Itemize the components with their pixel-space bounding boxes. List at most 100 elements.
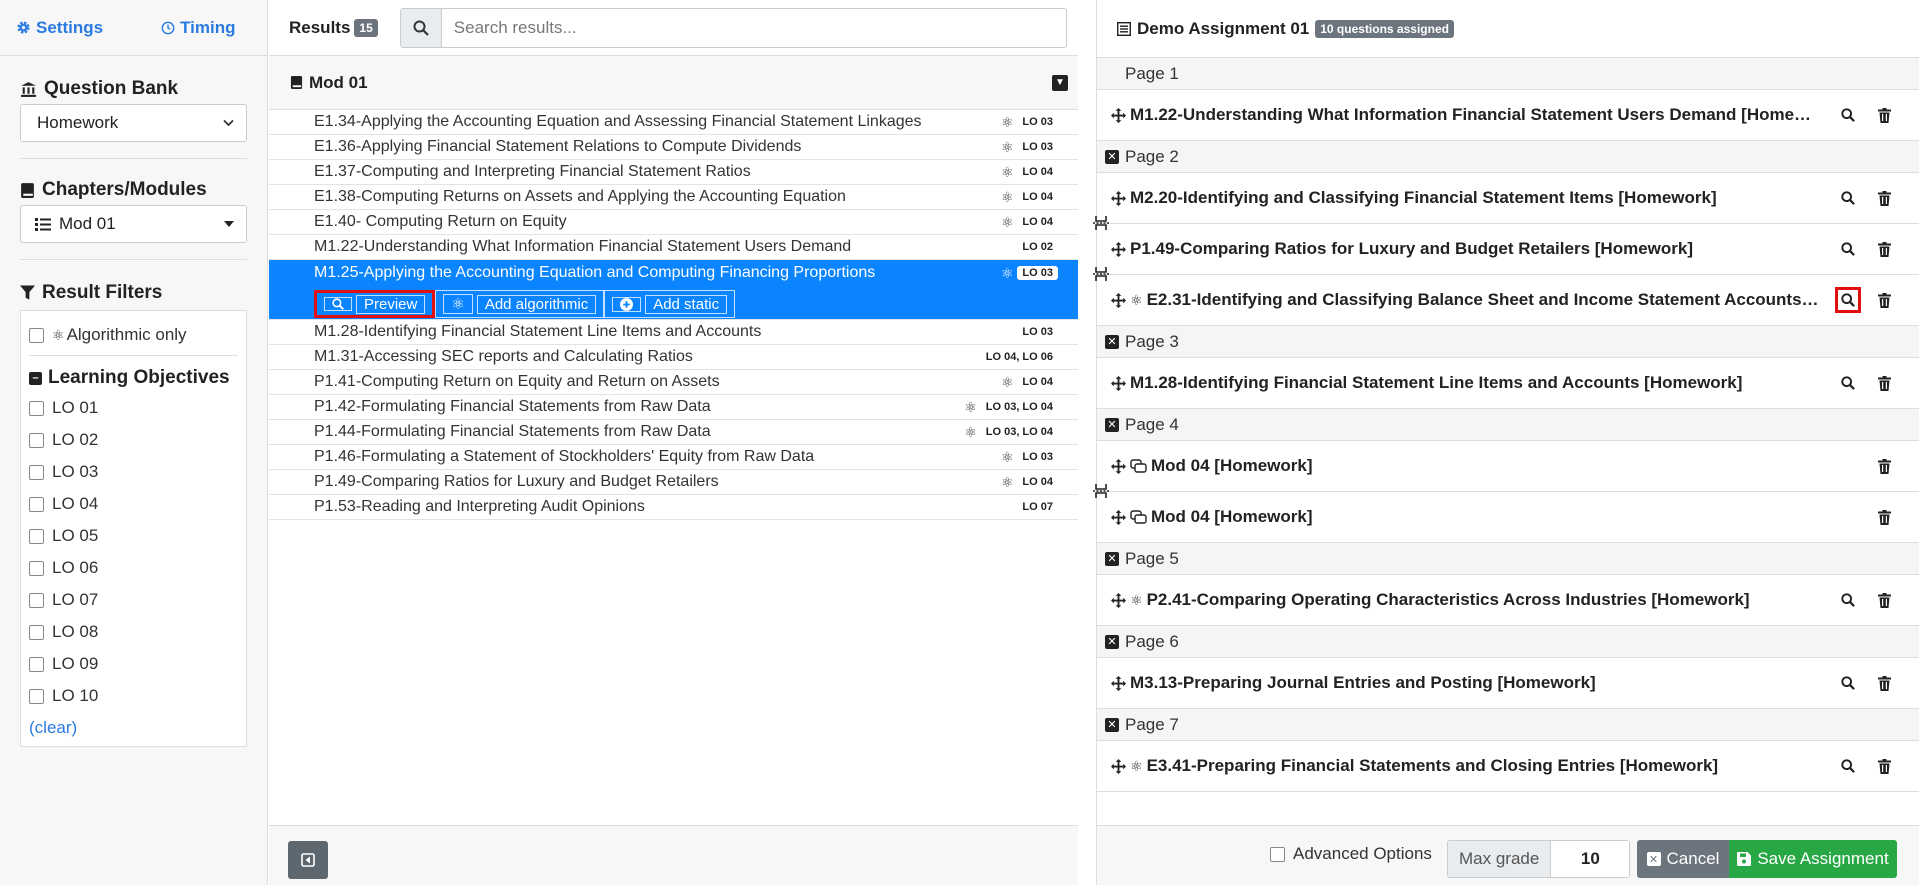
insert-page-break-icon[interactable] (1093, 267, 1109, 281)
result-row[interactable]: M1.28-Identifying Financial Statement Li… (269, 320, 1078, 345)
algorithmic-only-checkbox[interactable]: ⚛ Algorithmic only (29, 319, 238, 351)
settings-link[interactable]: Settings (16, 18, 103, 38)
search-input[interactable]: Search results... (442, 9, 1066, 47)
collapse-icon[interactable]: – (29, 371, 42, 385)
result-row[interactable]: E1.40- Computing Return on Equity ⚛ LO 04 (269, 210, 1078, 235)
assigned-question-row[interactable]: ⚛ P2.41-Comparing Operating Characteristi… (1097, 575, 1919, 626)
timing-link[interactable]: Timing (161, 18, 235, 38)
remove-page-icon[interactable]: ✕ (1105, 717, 1119, 732)
assigned-question-row[interactable]: M3.13-Preparing Journal Entries and Post… (1097, 658, 1919, 709)
result-row[interactable]: E1.36-Applying Financial Statement Relat… (269, 135, 1078, 160)
module-header[interactable]: Mod 01 ▼ (269, 56, 1078, 110)
arrows-move-icon[interactable] (1111, 675, 1126, 691)
remove-page-icon[interactable]: ✕ (1105, 551, 1119, 566)
result-row[interactable]: P1.49-Comparing Ratios for Luxury and Bu… (269, 470, 1078, 495)
checkbox[interactable] (29, 560, 44, 576)
lo-checkbox-7[interactable]: LO 07 (29, 584, 238, 616)
search-box[interactable]: Search results... (399, 7, 1067, 48)
preview-search-icon[interactable] (1835, 587, 1861, 613)
trash-icon[interactable] (1871, 236, 1897, 262)
result-row[interactable]: P1.42-Formulating Financial Statements f… (269, 395, 1078, 420)
result-row[interactable]: P1.46-Formulating a Statement of Stockho… (269, 445, 1078, 470)
arrows-move-icon[interactable] (1111, 292, 1126, 308)
preview-search-icon[interactable] (1835, 753, 1861, 779)
assigned-question-row[interactable]: Mod 04 [Homework] (1093, 484, 1919, 543)
result-row[interactable]: M1.31-Accessing SEC reports and Calculat… (269, 345, 1078, 370)
advanced-options-checkbox[interactable]: Advanced Options (1270, 844, 1432, 864)
question-bank-select[interactable]: Homework (20, 104, 247, 142)
checkbox[interactable] (29, 400, 44, 416)
preview-search-icon[interactable] (1835, 670, 1861, 696)
result-row[interactable]: E1.34-Applying the Accounting Equation a… (269, 110, 1078, 135)
trash-icon[interactable] (1871, 587, 1897, 613)
lo-checkbox-10[interactable]: LO 10 (29, 680, 238, 712)
checkbox[interactable] (29, 624, 44, 640)
trash-icon[interactable] (1871, 287, 1897, 313)
assigned-question-row[interactable]: M1.28-Identifying Financial Statement Li… (1097, 358, 1919, 409)
lo-checkbox-3[interactable]: LO 03 (29, 456, 238, 488)
checkbox[interactable] (29, 432, 44, 448)
arrows-move-icon[interactable] (1111, 107, 1126, 123)
lo-checkbox-4[interactable]: LO 04 (29, 488, 238, 520)
checkbox[interactable] (1270, 846, 1285, 862)
assigned-question-row[interactable]: M2.20-Identifying and Classifying Financ… (1097, 173, 1919, 224)
lo-checkbox-1[interactable]: LO 01 (29, 392, 238, 424)
cancel-button[interactable]: ✕ Cancel (1637, 840, 1729, 878)
checkbox[interactable] (29, 528, 44, 544)
arrows-move-icon[interactable] (1111, 758, 1126, 774)
result-row[interactable]: M1.22-Understanding What Information Fin… (269, 235, 1078, 260)
remove-page-icon[interactable]: ✕ (1105, 634, 1119, 649)
max-grade-input[interactable]: 10 (1551, 841, 1630, 877)
add-static-button[interactable]: Add static (604, 290, 736, 318)
preview-search-icon[interactable] (1835, 185, 1861, 211)
assigned-question-row[interactable]: ⚛ E2.31-Identifying and Classifying Balan… (1093, 267, 1919, 326)
result-row[interactable]: P1.41-Computing Return on Equity and Ret… (269, 370, 1078, 395)
checkbox[interactable] (29, 496, 44, 512)
preview-search-icon[interactable] (1835, 287, 1861, 313)
trash-icon[interactable] (1871, 670, 1897, 696)
arrows-move-icon[interactable] (1111, 509, 1126, 525)
assigned-question-row[interactable]: M1.22-Understanding What Information Fin… (1097, 90, 1919, 141)
trash-icon[interactable] (1871, 453, 1897, 479)
result-row[interactable]: E1.37-Computing and Interpreting Financi… (269, 160, 1078, 185)
remove-page-icon[interactable]: ✕ (1105, 417, 1119, 432)
trash-icon[interactable] (1871, 504, 1897, 530)
arrows-move-icon[interactable] (1111, 592, 1126, 608)
arrows-move-icon[interactable] (1111, 241, 1126, 257)
arrows-move-icon[interactable] (1111, 190, 1126, 206)
lo-checkbox-5[interactable]: LO 05 (29, 520, 238, 552)
assigned-question-row[interactable]: P1.49-Comparing Ratios for Luxury and Bu… (1093, 216, 1919, 275)
result-row[interactable]: E1.38-Computing Returns on Assets and Ap… (269, 185, 1078, 210)
trash-icon[interactable] (1871, 102, 1897, 128)
insert-page-break-icon[interactable] (1093, 484, 1109, 498)
trash-icon[interactable] (1871, 185, 1897, 211)
insert-page-break-icon[interactable] (1093, 216, 1109, 230)
checkbox[interactable] (29, 592, 44, 608)
search-icon[interactable] (400, 8, 442, 47)
learning-objectives-heading[interactable]: – Learning Objectives (29, 364, 238, 392)
lo-checkbox-6[interactable]: LO 06 (29, 552, 238, 584)
preview-search-icon[interactable] (1835, 102, 1861, 128)
checkbox[interactable] (29, 464, 44, 480)
result-row[interactable]: P1.53-Reading and Interpreting Audit Opi… (269, 495, 1078, 520)
remove-page-icon[interactable]: ✕ (1105, 334, 1119, 349)
save-assignment-button[interactable]: Save Assignment (1729, 840, 1897, 878)
clear-filters-link[interactable]: (clear) (29, 718, 238, 738)
collapse-caret-icon[interactable]: ▼ (1052, 74, 1068, 91)
preview-search-icon[interactable] (1835, 236, 1861, 262)
preview-button[interactable]: Preview (314, 290, 436, 318)
arrows-move-icon[interactable] (1111, 458, 1126, 474)
result-row-selected[interactable]: M1.25-Applying the Accounting Equation a… (269, 260, 1078, 320)
lo-checkbox-2[interactable]: LO 02 (29, 424, 238, 456)
trash-icon[interactable] (1871, 753, 1897, 779)
chapters-select[interactable]: Mod 01 (20, 205, 247, 243)
lo-checkbox-8[interactable]: LO 08 (29, 616, 238, 648)
add-algorithmic-button[interactable]: ⚛ Add algorithmic (435, 290, 605, 318)
lo-checkbox-9[interactable]: LO 09 (29, 648, 238, 680)
assigned-question-row[interactable]: Mod 04 [Homework] (1097, 441, 1919, 492)
result-row[interactable]: P1.44-Formulating Financial Statements f… (269, 420, 1078, 445)
trash-icon[interactable] (1871, 370, 1897, 396)
collapse-panel-button[interactable] (288, 841, 328, 879)
assigned-question-row[interactable]: ⚛ E3.41-Preparing Financial Statements an… (1097, 741, 1919, 792)
preview-search-icon[interactable] (1835, 370, 1861, 396)
